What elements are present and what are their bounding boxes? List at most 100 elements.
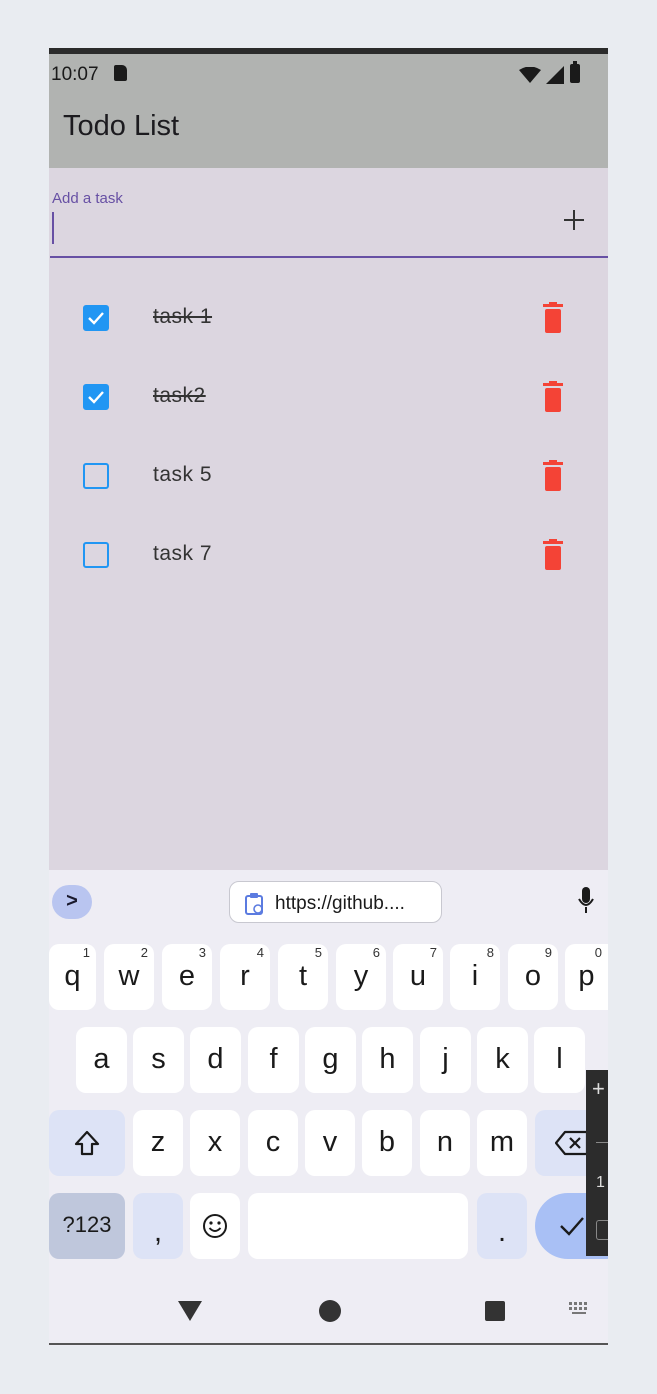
key-s[interactable]: s [133,1027,184,1093]
sd-card-icon [114,65,127,81]
floating-side-panel[interactable]: + 1 [586,1070,608,1256]
key-e[interactable]: e3 [162,944,212,1010]
home-icon[interactable] [319,1300,341,1322]
key-b[interactable]: b [362,1110,412,1176]
key-v[interactable]: v [305,1110,355,1176]
key-hint: 6 [372,945,380,960]
key-c[interactable]: c [248,1110,298,1176]
checkmark-icon [88,312,104,325]
side-box-icon [596,1220,608,1240]
soft-keyboard: > https://github.... q1 w2 e3 r4 t5 y6 u… [49,870,608,1346]
key-w[interactable]: w2 [104,944,154,1010]
key-hint: 5 [314,945,322,960]
keyboard-expand-button[interactable]: > [52,885,92,919]
checkmark-icon [88,391,104,404]
space-key[interactable] [248,1193,468,1259]
key-h[interactable]: h [362,1027,413,1093]
key-z[interactable]: z [133,1110,183,1176]
key-m[interactable]: m [477,1110,527,1176]
task-label: task2 [153,384,206,407]
key-label: r [240,960,250,992]
navigation-bar [49,1278,608,1342]
key-q[interactable]: q1 [49,944,96,1010]
task-label: task 7 [153,542,213,565]
text-cursor [52,212,54,244]
comma-key[interactable]: , [133,1193,183,1259]
cellular-icon [546,66,564,84]
symbols-key[interactable]: ?123 [49,1193,125,1259]
checkmark-icon [559,1217,584,1236]
recents-icon[interactable] [485,1301,505,1321]
side-plus-icon: + [592,1076,605,1101]
shift-icon [74,1130,100,1156]
delete-icon[interactable] [538,302,568,334]
shift-key[interactable] [49,1110,125,1176]
key-label: i [471,960,479,992]
delete-icon[interactable] [538,381,568,413]
field-underline [50,256,608,258]
key-label: e [178,960,196,992]
key-g[interactable]: g [305,1027,356,1093]
clipboard-suggestion[interactable]: https://github.... [229,881,442,923]
frame-bottom-edge [49,1343,608,1345]
key-y[interactable]: y6 [336,944,386,1010]
delete-icon[interactable] [538,539,568,571]
task-label: task 5 [153,463,213,486]
plus-icon[interactable] [554,200,594,240]
delete-icon[interactable] [538,460,568,492]
task-checkbox[interactable] [83,542,109,568]
task-row: task 5 [49,436,608,515]
key-n[interactable]: n [420,1110,470,1176]
key-a[interactable]: a [76,1027,127,1093]
key-label: o [524,960,542,992]
key-hint: 2 [140,945,148,960]
side-text: 1 [596,1174,605,1191]
key-l[interactable]: l [534,1027,585,1093]
key-label: p [578,960,595,992]
period-key[interactable]: . [477,1193,527,1259]
key-d[interactable]: d [190,1027,241,1093]
back-icon[interactable] [178,1301,202,1321]
key-hint: 1 [82,945,90,960]
key-p[interactable]: p0 [565,944,608,1010]
key-hint: 7 [429,945,437,960]
key-hint: 0 [594,945,602,960]
add-task-field[interactable]: Add a task [49,168,608,260]
key-u[interactable]: u7 [393,944,443,1010]
mic-icon[interactable] [577,887,595,915]
key-t[interactable]: t5 [278,944,328,1010]
task-label: task 1 [153,305,213,328]
task-checkbox[interactable] [83,305,109,331]
task-row: task 1 [49,278,608,357]
status-time: 10:07 [51,64,99,85]
backspace-icon [554,1130,588,1156]
task-checkbox[interactable] [83,463,109,489]
key-hint: 9 [544,945,552,960]
status-bar: 10:07 [49,54,608,96]
key-r[interactable]: r4 [220,944,270,1010]
key-f[interactable]: f [248,1027,299,1093]
key-k[interactable]: k [477,1027,528,1093]
side-divider [596,1142,608,1143]
key-hint: 4 [256,945,264,960]
key-i[interactable]: i8 [450,944,500,1010]
add-task-label: Add a task [52,190,123,207]
key-o[interactable]: o9 [508,944,558,1010]
emoji-key[interactable] [190,1193,240,1259]
phone-screen: 10:07 Todo List Add a task task 1 task2 … [49,48,608,1346]
wifi-icon [519,67,541,83]
battery-icon [570,61,580,83]
key-label: u [409,960,427,992]
key-label: q [64,960,81,992]
keyboard-icon[interactable] [569,1302,591,1316]
key-hint: 8 [486,945,494,960]
key-label: t [298,960,308,992]
task-checkbox[interactable] [83,384,109,410]
key-x[interactable]: x [190,1110,240,1176]
key-label: w [118,960,140,992]
key-j[interactable]: j [420,1027,471,1093]
task-row: task 7 [49,515,608,594]
task-row: task2 [49,357,608,436]
key-label: y [353,960,369,992]
key-hint: 3 [198,945,206,960]
